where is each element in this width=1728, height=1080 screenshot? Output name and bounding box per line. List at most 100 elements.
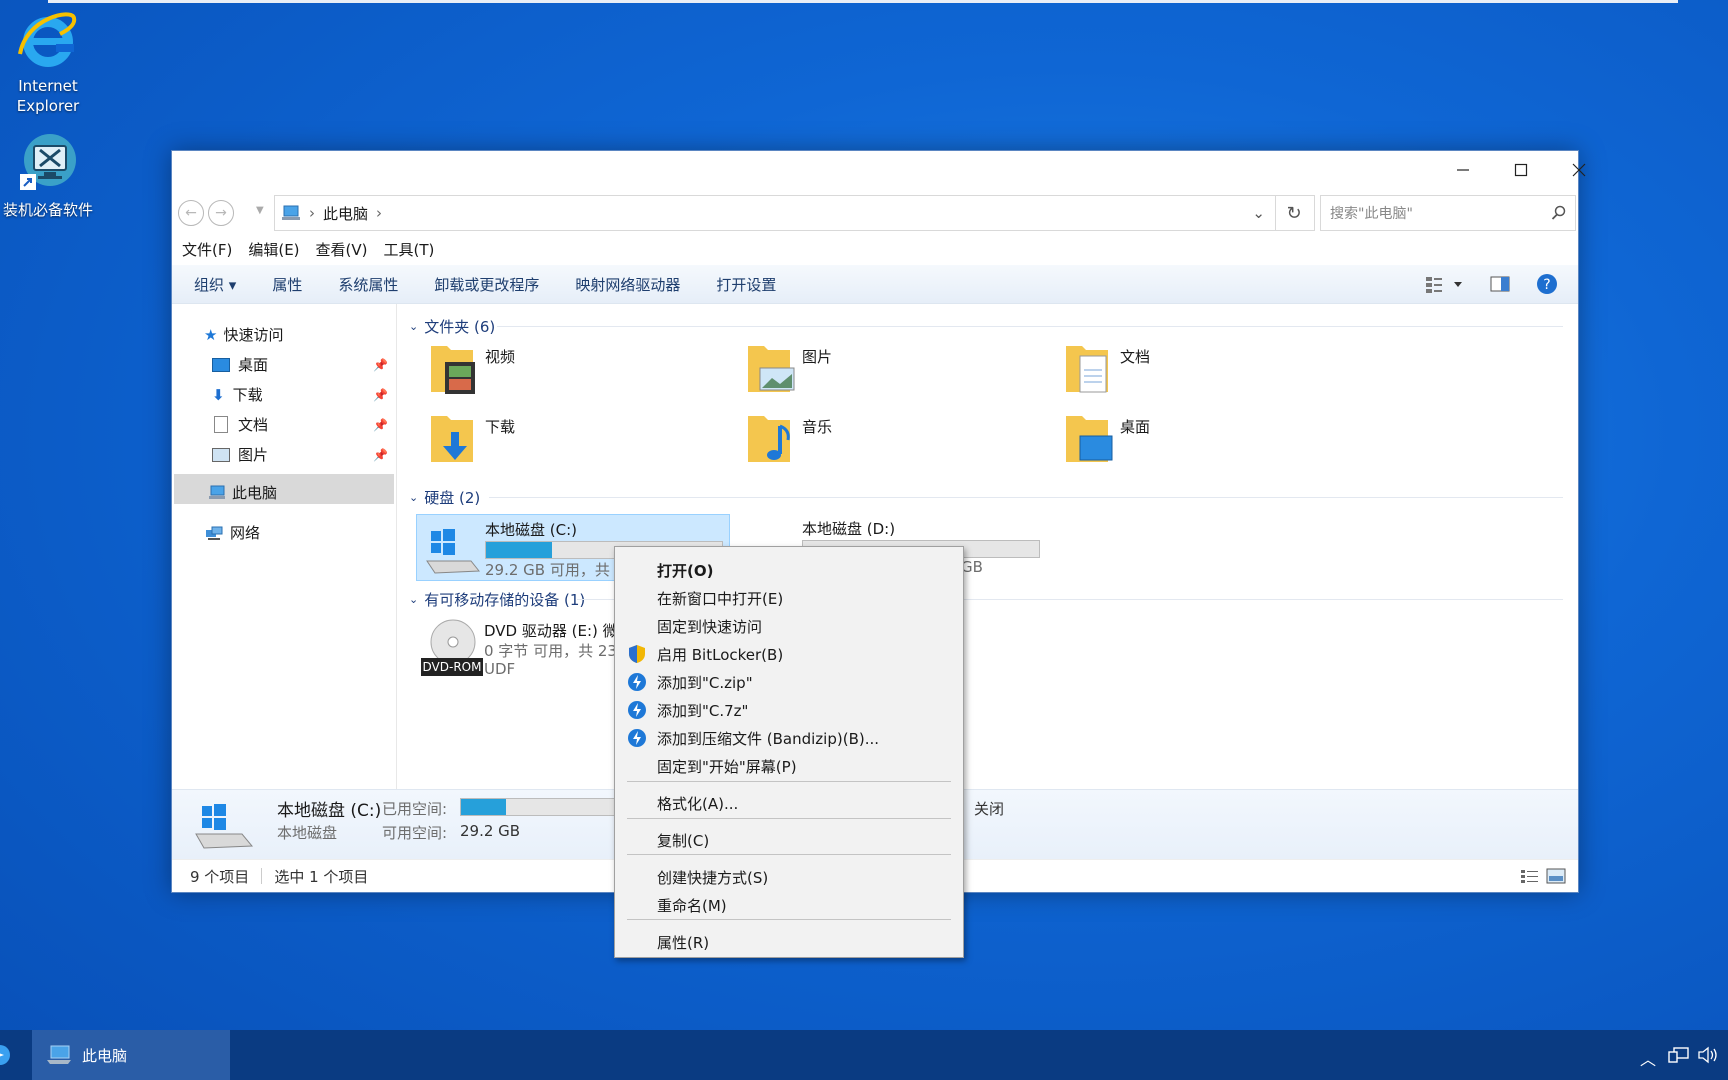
menu-tools[interactable]: 工具(T) (384, 239, 435, 260)
menu-file[interactable]: 文件(F) (182, 239, 232, 260)
system-properties-button[interactable]: 系统属性 (338, 274, 398, 295)
context-menu-item[interactable]: 固定到"开始"屏幕(P) (615, 753, 963, 779)
large-icons-view-button[interactable] (1546, 868, 1566, 884)
nav-label: 下载 (232, 386, 263, 404)
address-bar[interactable]: › 此电脑 › ⌄ (274, 195, 1276, 231)
context-menu-item[interactable]: 重命名(M) (615, 892, 963, 918)
context-menu-item[interactable]: 属性(R) (615, 929, 963, 955)
dvd-disc-icon (430, 619, 476, 660)
address-location[interactable]: 此电脑 (323, 203, 368, 224)
drive-d-free-text: GB (961, 558, 983, 576)
pin-icon[interactable]: 📌 (373, 418, 388, 432)
nav-item-desktop[interactable]: 桌面 📌 (212, 354, 392, 375)
menu-view[interactable]: 查看(V) (316, 239, 368, 260)
shield-icon (629, 645, 645, 663)
details-free-label: 可用空间: (382, 824, 448, 842)
folder-videos[interactable]: 视频 (427, 340, 515, 398)
document-icon (214, 416, 228, 433)
details-free-value: 29.2 GB (460, 822, 521, 840)
folder-documents[interactable]: 文档 (1062, 340, 1150, 398)
context-menu-item[interactable]: 格式化(A)... (615, 790, 963, 816)
pin-icon[interactable]: 📌 (373, 448, 388, 462)
bandizip-icon (628, 673, 646, 691)
forward-button[interactable]: → (208, 200, 234, 226)
change-view-button[interactable] (1424, 274, 1464, 294)
help-button[interactable]: ? (1536, 273, 1558, 295)
nav-label: 文档 (238, 416, 269, 434)
usage-fill (486, 542, 553, 558)
uninstall-programs-button[interactable]: 卸载或更改程序 (434, 274, 539, 295)
desktop-icon-toolbox[interactable]: 装机必备软件 (0, 132, 96, 220)
context-menu-item[interactable]: 复制(C) (615, 827, 963, 853)
minimize-button[interactable] (1434, 151, 1492, 189)
context-menu-item-label: 添加到压缩文件 (Bandizip)(B)... (657, 729, 880, 748)
context-menu-item[interactable]: 创建快捷方式(S) (615, 864, 963, 890)
picture-folder-icon (748, 346, 795, 392)
large-icons-view-icon (1546, 868, 1566, 884)
chevron-down-icon: ⌄ (409, 320, 419, 333)
close-button[interactable] (1550, 151, 1608, 189)
recent-locations-dropdown[interactable]: ▼ (256, 205, 264, 216)
start-button[interactable] (0, 1044, 14, 1066)
title-bar[interactable] (172, 151, 1586, 189)
volume-button[interactable] (1698, 1046, 1720, 1064)
chevron-right-icon[interactable]: › (376, 204, 382, 222)
taskbar-app-label: 此电脑 (82, 1046, 128, 1065)
desktop-folder-icon (212, 357, 230, 372)
chevron-down-icon[interactable]: ⌄ (1252, 204, 1265, 222)
context-menu-item[interactable]: 添加到"C.zip" (615, 669, 963, 695)
preview-pane-button[interactable] (1490, 275, 1510, 293)
nav-item-documents[interactable]: 文档 📌 (212, 414, 392, 435)
group-title: 硬盘 (2) (424, 489, 481, 507)
chevron-down-icon: ⌄ (409, 491, 419, 504)
item-count: 9 个项目 (190, 867, 250, 886)
nav-item-downloads[interactable]: ⬇ 下载 📌 (212, 384, 392, 405)
folder-desktop[interactable]: 桌面 (1062, 410, 1150, 468)
map-network-drive-button[interactable]: 映射网络驱动器 (575, 274, 680, 295)
folder-pictures[interactable]: 图片 (744, 340, 832, 398)
properties-button[interactable]: 属性 (272, 274, 302, 295)
group-header-drives[interactable]: ⌄ 硬盘 (2) (409, 487, 480, 508)
dvd-filesystem: UDF (484, 660, 516, 678)
speaker-icon (1698, 1046, 1717, 1064)
nav-label: 网络 (230, 524, 261, 542)
context-menu-item[interactable]: 添加到压缩文件 (Bandizip)(B)... (615, 725, 963, 751)
open-settings-button[interactable]: 打开设置 (716, 274, 776, 295)
network-status-button[interactable] (1668, 1046, 1690, 1064)
folder-music[interactable]: 音乐 (744, 410, 832, 468)
network-icon (206, 526, 223, 540)
nav-item-this-pc[interactable]: 此电脑 (208, 482, 277, 503)
drive-c-free-text: 29.2 GB 可用，共 4 (485, 561, 625, 579)
back-button[interactable]: ← (178, 200, 204, 226)
context-menu-item[interactable]: 固定到快速访问 (615, 613, 963, 639)
pin-icon[interactable]: 📌 (373, 388, 388, 402)
nav-quick-access[interactable]: ★ 快速访问 (204, 324, 283, 345)
desktop-icon-internet-explorer[interactable]: Internet Explorer (0, 8, 96, 116)
pin-icon[interactable]: 📌 (373, 358, 388, 372)
context-menu-item[interactable]: 打开(O) (615, 557, 963, 583)
refresh-button[interactable]: ↻ (1274, 195, 1315, 231)
organize-button[interactable]: 组织 ▾ (194, 274, 236, 295)
context-menu-item[interactable]: 添加到"C.7z" (615, 697, 963, 723)
maximize-button[interactable] (1492, 151, 1550, 189)
picture-icon (212, 447, 230, 462)
group-header-removable[interactable]: ⌄ 有可移动存储的设备 (1) (409, 589, 585, 610)
document-folder-icon (1066, 346, 1108, 393)
nav-item-pictures[interactable]: 图片 📌 (212, 444, 392, 465)
context-menu-item[interactable]: 在新窗口中打开(E) (615, 585, 963, 611)
group-header-folders[interactable]: ⌄ 文件夹 (6) (409, 316, 495, 337)
show-hidden-icons-button[interactable]: ︿ (1640, 1046, 1656, 1070)
folder-downloads[interactable]: 下载 (427, 410, 515, 468)
video-folder-icon (431, 346, 475, 394)
details-usage-bar (460, 798, 622, 816)
nav-item-network[interactable]: 网络 (204, 522, 260, 543)
search-input[interactable]: 搜索"此电脑" (1320, 195, 1576, 231)
folder-label: 音乐 (802, 418, 833, 436)
context-menu-item[interactable]: 启用 BitLocker(B) (615, 641, 963, 667)
arrow-left-icon: ← (185, 205, 197, 221)
menu-edit[interactable]: 编辑(E) (248, 239, 299, 260)
taskbar-app-this-pc[interactable]: 此电脑 (32, 1030, 230, 1080)
context-menu: 打开(O) 在新窗口中打开(E) 固定到快速访问 启用 BitLocker(B) 添加到… (614, 546, 964, 958)
network-status-icon (1668, 1047, 1689, 1063)
details-view-button[interactable] (1520, 868, 1540, 884)
